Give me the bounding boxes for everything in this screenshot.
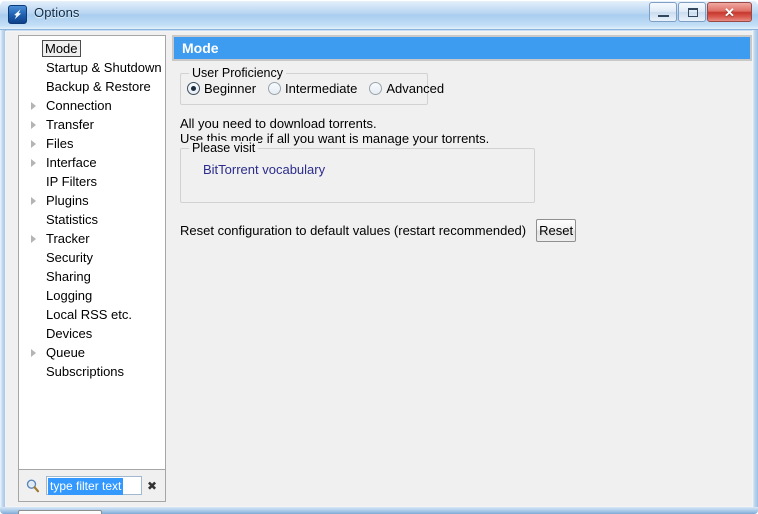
close-icon: ✕: [724, 5, 735, 20]
sidebar-item-queue[interactable]: Queue: [19, 343, 165, 362]
filter-input-value: type filter text: [48, 478, 124, 495]
sidebar-item-mode[interactable]: Mode: [19, 39, 165, 58]
sidebar-item-label: IP Filters: [46, 174, 98, 189]
sidebar-item-label: Plugins: [46, 193, 89, 208]
chevron-right-icon[interactable]: [31, 102, 36, 110]
sidebar-item-plugins[interactable]: Plugins: [19, 191, 165, 210]
maximize-icon: [688, 8, 698, 17]
radio-advanced[interactable]: Advanced: [369, 81, 444, 96]
close-button[interactable]: ✕: [707, 2, 752, 22]
sidebar-item-sharing[interactable]: Sharing: [19, 267, 165, 286]
window-buttons: ✕: [648, 2, 752, 22]
user-proficiency-group: User Proficiency Beginner Intermediate Adv…: [180, 66, 444, 105]
save-button[interactable]: Save: [18, 510, 102, 514]
sidebar-item-devices[interactable]: Devices: [19, 324, 165, 343]
sidebar-item-label: Mode: [42, 40, 81, 57]
radio-beginner[interactable]: Beginner: [187, 81, 256, 96]
radio-indicator: [268, 82, 282, 95]
radio-intermediate[interactable]: Intermediate: [268, 81, 357, 96]
sidebar-item-statistics[interactable]: Statistics: [19, 210, 165, 229]
chevron-right-icon[interactable]: [31, 349, 36, 357]
please-visit-group: Please visit BitTorrent vocabulary: [180, 141, 535, 203]
sidebar-item-files[interactable]: Files: [19, 134, 165, 153]
sidebar-item-local-rss-etc[interactable]: Local RSS etc.: [19, 305, 165, 324]
filter-row: type filter text ✖: [18, 470, 166, 502]
options-window: Options ✕ Mode Startup & Shutdown Backup &…: [0, 0, 758, 514]
sidebar-item-label: Interface: [46, 155, 97, 170]
please-visit-label: Please visit: [189, 141, 259, 155]
sidebar-item-startup-shutdown[interactable]: Startup & Shutdown: [19, 58, 165, 77]
bittorrent-vocabulary-link[interactable]: BitTorrent vocabulary: [203, 162, 325, 177]
main-panel: Mode User Proficiency Beginner Intermedia…: [172, 35, 752, 501]
minimize-button[interactable]: [649, 2, 677, 22]
clear-filter-icon[interactable]: ✖: [147, 480, 157, 492]
chevron-right-icon[interactable]: [31, 159, 36, 167]
window-frame-bottom: [0, 507, 758, 514]
reset-row: Reset configuration to default values (r…: [180, 219, 577, 242]
sidebar-item-label: Logging: [46, 288, 93, 303]
sidebar-item-label: Transfer: [46, 117, 94, 132]
app-icon: [8, 5, 27, 24]
sidebar-item-label: Devices: [46, 326, 93, 341]
sidebar-item-label: Security: [46, 250, 93, 265]
window-title: Options: [34, 5, 80, 20]
filter-input[interactable]: type filter text: [46, 476, 142, 495]
radio-label: Beginner: [204, 81, 257, 96]
sidebar-item-interface[interactable]: Interface: [19, 153, 165, 172]
chevron-right-icon[interactable]: [31, 235, 36, 243]
sidebar-item-label: Subscriptions: [46, 364, 125, 379]
sidebar-item-ip-filters[interactable]: IP Filters: [19, 172, 165, 191]
settings-tree-list: Mode Startup & Shutdown Backup & Restore Co…: [19, 36, 165, 381]
reset-button[interactable]: Reset: [536, 219, 577, 242]
settings-tree[interactable]: Mode Startup & Shutdown Backup & Restore Co…: [18, 35, 166, 470]
sidebar-item-label: Queue: [46, 345, 86, 360]
proficiency-radio-group: Beginner Intermediate Advanced: [187, 81, 456, 96]
dialog-client-area: Mode Startup & Shutdown Backup & Restore Co…: [5, 31, 753, 514]
radio-indicator: [369, 82, 383, 95]
sidebar-item-transfer[interactable]: Transfer: [19, 115, 165, 134]
chevron-right-icon[interactable]: [31, 140, 36, 148]
maximize-button[interactable]: [678, 2, 706, 22]
sidebar-item-tracker[interactable]: Tracker: [19, 229, 165, 248]
user-proficiency-label: User Proficiency: [189, 66, 286, 80]
minimize-icon: [658, 15, 669, 17]
chevron-right-icon[interactable]: [31, 121, 36, 129]
sidebar-item-backup-restore[interactable]: Backup & Restore: [19, 77, 165, 96]
sidebar-item-label: Statistics: [46, 212, 99, 227]
title-bar: Options ✕: [0, 0, 758, 30]
sidebar-item-subscriptions[interactable]: Subscriptions: [19, 362, 165, 381]
page-title: Mode: [172, 35, 752, 61]
sidebar-item-label: Files: [46, 136, 74, 151]
sidebar-item-logging[interactable]: Logging: [19, 286, 165, 305]
reset-description: Reset configuration to default values (r…: [180, 223, 527, 238]
sidebar-item-connection[interactable]: Connection: [19, 96, 165, 115]
sidebar-item-label: Tracker: [46, 231, 90, 246]
sidebar-item-security[interactable]: Security: [19, 248, 165, 267]
radio-label: Advanced: [386, 81, 445, 96]
sidebar-item-label: Local RSS etc.: [46, 307, 132, 322]
radio-indicator: [187, 82, 200, 95]
radio-label: Intermediate: [285, 81, 358, 96]
chevron-right-icon[interactable]: [31, 197, 36, 205]
sidebar-item-label: Backup & Restore: [46, 79, 151, 94]
mode-description-line-1: All you need to download torrents.: [180, 116, 377, 131]
sidebar-item-label: Startup & Shutdown: [46, 60, 162, 75]
sidebar-item-label: Sharing: [46, 269, 91, 284]
search-icon: [25, 478, 41, 494]
sidebar-item-label: Connection: [46, 98, 112, 113]
